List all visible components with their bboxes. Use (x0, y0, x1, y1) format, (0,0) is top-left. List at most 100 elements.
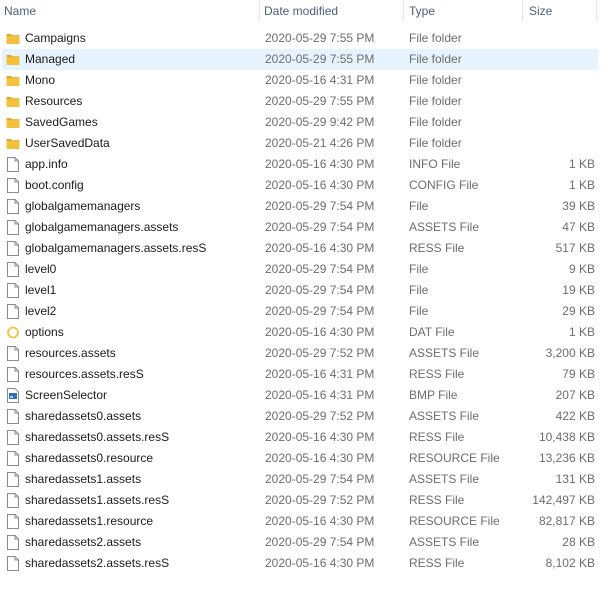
file-date-modified: 2020-05-21 4:26 PM (265, 136, 375, 150)
file-name: level1 (25, 283, 57, 297)
file-row[interactable]: globalgamemanagers 2020-05-29 7:54 PM File… (0, 196, 600, 217)
column-header-bar: Name Date modified Type Size (0, 0, 616, 22)
file-row[interactable]: level2 2020-05-29 7:54 PM File 29 KB (0, 301, 600, 322)
file-size (524, 133, 595, 154)
file-date-modified: 2020-05-16 4:30 PM (265, 325, 375, 339)
file-date-modified: 2020-05-16 4:30 PM (265, 514, 375, 528)
file-row[interactable]: level0 2020-05-29 7:54 PM File 9 KB (0, 259, 600, 280)
file-date-modified: 2020-05-16 4:30 PM (265, 157, 375, 171)
folder-row[interactable]: UserSavedData 2020-05-21 4:26 PM File fold… (0, 133, 600, 154)
file-icon (6, 535, 20, 550)
file-name: sharedassets0.assets.resS (25, 430, 170, 444)
file-type: ASSETS File (409, 409, 480, 423)
file-name: Resources (25, 94, 83, 108)
file-size: 19 KB (562, 283, 595, 297)
folder-row[interactable]: SavedGames 2020-05-29 9:42 PM File folder (0, 112, 600, 133)
file-size (524, 70, 595, 91)
file-row[interactable]: resources.assets 2020-05-29 7:52 PM ASSETS… (0, 343, 600, 364)
file-name: ScreenSelector (25, 388, 108, 402)
folder-row[interactable]: Resources 2020-05-29 7:55 PM File folder (0, 91, 600, 112)
file-name: boot.config (25, 178, 84, 192)
file-name: app.info (25, 157, 68, 171)
file-row[interactable]: sharedassets2.assets 2020-05-29 7:54 PM AS… (0, 532, 600, 553)
dat-file-icon (6, 325, 20, 340)
file-type: File (409, 262, 429, 276)
file-size: 131 KB (555, 472, 595, 486)
file-size: 517 KB (555, 241, 595, 255)
column-header-type[interactable]: Type (409, 0, 523, 22)
file-type: File (409, 199, 429, 213)
file-size: 29 KB (562, 304, 595, 318)
file-name: sharedassets2.assets.resS (25, 556, 170, 570)
file-type: DAT File (409, 325, 455, 339)
file-size: 207 KB (555, 388, 595, 402)
folder-row[interactable]: Mono 2020-05-16 4:31 PM File folder (0, 70, 600, 91)
file-type: CONFIG File (409, 178, 479, 192)
file-row[interactable]: resources.assets.resS 2020-05-16 4:31 PM R… (0, 364, 600, 385)
file-row[interactable]: boot.config 2020-05-16 4:30 PM CONFIG File… (0, 175, 600, 196)
file-type: RESS File (409, 241, 465, 255)
file-size: 1 KB (568, 157, 595, 171)
column-header-date-modified[interactable]: Date modified (264, 0, 404, 22)
file-type: File folder (409, 73, 462, 87)
file-name: options (25, 325, 64, 339)
file-name: sharedassets1.assets.resS (25, 493, 170, 507)
file-type: RESOURCE File (409, 451, 500, 465)
file-icon (6, 178, 20, 193)
file-date-modified: 2020-05-16 4:31 PM (265, 367, 375, 381)
file-icon (6, 220, 20, 235)
file-row[interactable]: app.info 2020-05-16 4:30 PM INFO File 1 KB (0, 154, 600, 175)
file-row[interactable]: sharedassets2.assets.resS 2020-05-16 4:30… (0, 553, 600, 574)
file-name: Managed (25, 52, 76, 66)
file-date-modified: 2020-05-16 4:30 PM (265, 451, 375, 465)
file-row[interactable]: sharedassets0.assets 2020-05-29 7:52 PM AS… (0, 406, 600, 427)
file-icon (6, 199, 20, 214)
file-row[interactable]: sharedassets0.resource 2020-05-16 4:30 PM… (0, 448, 600, 469)
file-size: 39 KB (562, 199, 595, 213)
folder-icon (6, 94, 20, 109)
file-row[interactable]: ScreenSelector 2020-05-16 4:31 PM BMP File… (0, 385, 600, 406)
file-type: File folder (409, 136, 462, 150)
file-type: File (409, 283, 429, 297)
file-row[interactable]: sharedassets1.assets 2020-05-29 7:54 PM AS… (0, 469, 600, 490)
file-row[interactable]: globalgamemanagers.assets 2020-05-29 7:54… (0, 217, 600, 238)
file-row[interactable]: level1 2020-05-29 7:54 PM File 19 KB (0, 280, 600, 301)
file-type: RESS File (409, 493, 465, 507)
file-date-modified: 2020-05-29 7:52 PM (265, 493, 375, 507)
file-date-modified: 2020-05-29 7:54 PM (265, 472, 375, 486)
file-icon (6, 556, 20, 571)
file-type: RESS File (409, 367, 465, 381)
column-header-size[interactable]: Size (529, 0, 597, 22)
file-row[interactable]: sharedassets0.assets.resS 2020-05-16 4:30… (0, 427, 600, 448)
file-name: sharedassets1.resource (25, 514, 154, 528)
file-size: 142,497 KB (532, 493, 595, 507)
folder-row[interactable]: Managed 2020-05-29 7:55 PM File folder (2, 49, 598, 70)
file-name: sharedassets2.assets (25, 535, 142, 549)
file-size (524, 112, 595, 133)
file-date-modified: 2020-05-29 7:54 PM (265, 535, 375, 549)
file-name: level2 (25, 304, 57, 318)
file-row[interactable]: sharedassets1.resource 2020-05-16 4:30 PM… (0, 511, 600, 532)
file-name: level0 (25, 262, 57, 276)
column-header-name[interactable]: Name (4, 0, 260, 22)
file-row[interactable]: globalgamemanagers.assets.resS 2020-05-16… (0, 238, 600, 259)
folder-icon (6, 52, 20, 67)
file-type: File (409, 304, 429, 318)
folder-row[interactable]: Campaigns 2020-05-29 7:55 PM File folder (0, 28, 600, 49)
file-size: 47 KB (562, 220, 595, 234)
file-type: File folder (409, 115, 462, 129)
file-size (524, 49, 595, 70)
file-icon (6, 409, 20, 424)
file-row[interactable]: options 2020-05-16 4:30 PM DAT File 1 KB (0, 322, 600, 343)
file-date-modified: 2020-05-16 4:30 PM (265, 430, 375, 444)
file-date-modified: 2020-05-16 4:31 PM (265, 73, 375, 87)
file-type: File folder (409, 94, 462, 108)
file-type: ASSETS File (409, 472, 480, 486)
file-name: sharedassets1.assets (25, 472, 142, 486)
file-name: globalgamemanagers.assets.resS (25, 241, 207, 255)
file-size: 1 KB (568, 325, 595, 339)
file-size: 9 KB (568, 262, 595, 276)
file-row[interactable]: sharedassets1.assets.resS 2020-05-29 7:52… (0, 490, 600, 511)
folder-icon (6, 115, 20, 130)
file-name: globalgamemanagers.assets (25, 220, 179, 234)
